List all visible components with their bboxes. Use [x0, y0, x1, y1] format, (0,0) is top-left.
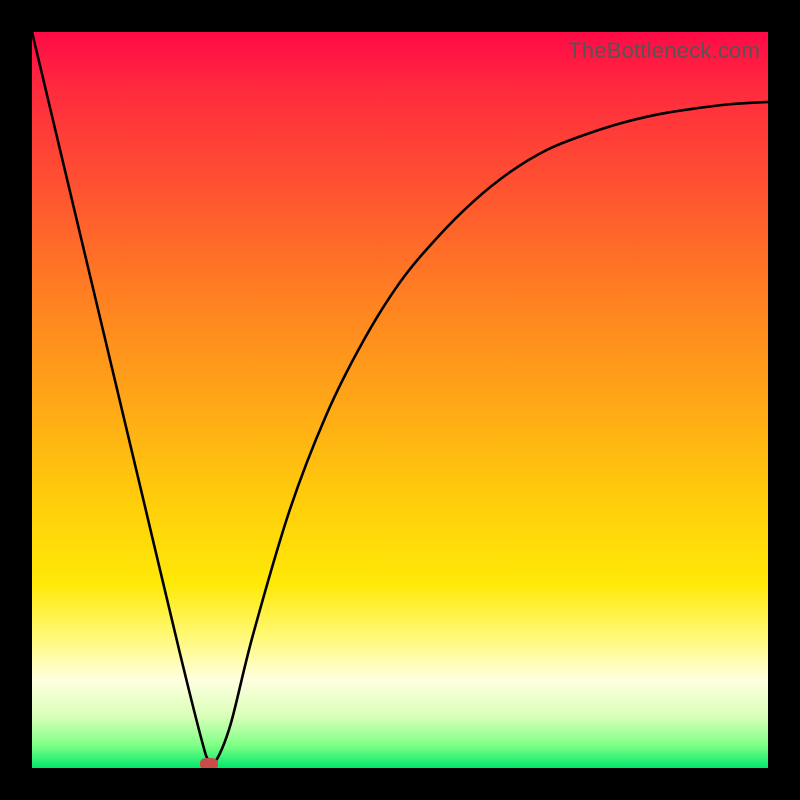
chart-frame: TheBottleneck.com	[0, 0, 800, 800]
minimum-marker	[200, 758, 218, 768]
plot-area: TheBottleneck.com	[32, 32, 768, 768]
curve-layer	[32, 32, 768, 768]
bottleneck-curve	[32, 32, 768, 764]
